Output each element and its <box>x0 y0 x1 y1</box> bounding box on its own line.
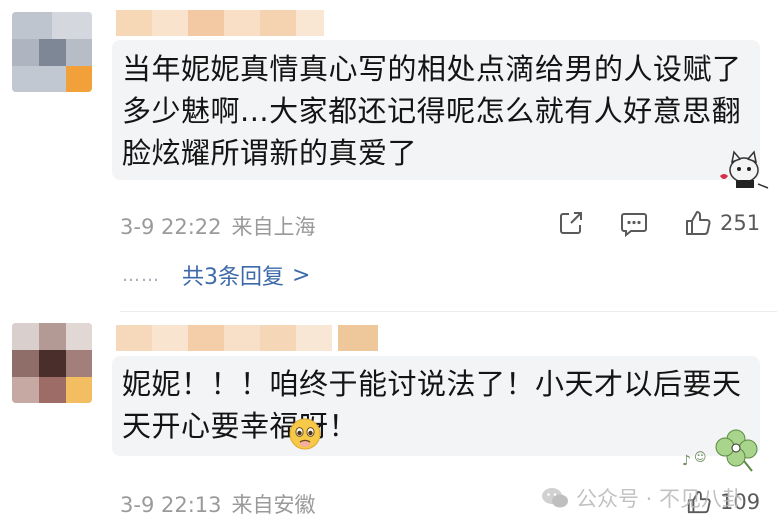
username-blurred[interactable] <box>116 325 378 351</box>
share-icon <box>560 212 582 234</box>
comment-time: 3-9 22:22 <box>120 215 222 239</box>
comment-divider <box>120 311 777 312</box>
comment-icon <box>621 213 647 237</box>
avatar[interactable] <box>12 12 92 92</box>
svg-text:♪: ♪ <box>682 453 691 469</box>
replies-dots: …… <box>122 264 160 286</box>
watermark: 公众号 · 不见八卦 <box>540 480 743 516</box>
cat-sticker-icon <box>720 150 769 189</box>
svg-text:☺: ☺ <box>694 450 707 464</box>
wechat-logo-icon <box>542 488 568 508</box>
comment-time: 3-9 22:13 <box>120 493 222 517</box>
thumbs-up-icon <box>686 211 711 235</box>
comment-text: 当年妮妮真情真心写的相处点滴给男的人设赋了多少魅啊...大家都还记得呢怎么就有人… <box>122 52 742 170</box>
comment-item: 当年妮妮真情真心写的相处点滴给男的人设赋了多少魅啊...大家都还记得呢怎么就有人… <box>0 0 777 310</box>
like-count: 251 <box>720 211 761 235</box>
username-blurred[interactable] <box>116 10 324 36</box>
replies-label: 共3条回复 <box>182 265 284 290</box>
share-button[interactable] <box>558 210 584 236</box>
like-button[interactable]: 251 <box>684 209 760 237</box>
comment-location: 来自上海 <box>231 215 316 239</box>
pleading-face-icon <box>289 418 321 450</box>
clover-sticker-icon: ♪ ☺ <box>682 429 758 472</box>
comment-text: 妮妮！！！咱终于能讨说法了！小天才以后要天天开心要幸福呀！ <box>122 367 742 443</box>
comment-button[interactable] <box>620 211 648 237</box>
view-replies-link[interactable]: …… 共3条回复 > <box>122 260 311 291</box>
chevron-right-icon: > <box>292 262 311 288</box>
avatar[interactable] <box>12 323 92 403</box>
comment-meta: 3-9 22:13 来自安徽 <box>120 489 316 519</box>
comment-location: 来自安徽 <box>231 493 316 517</box>
watermark-text: 公众号 · 不见八卦 <box>576 487 744 511</box>
comment-meta: 3-9 22:22 来自上海 <box>120 211 316 241</box>
